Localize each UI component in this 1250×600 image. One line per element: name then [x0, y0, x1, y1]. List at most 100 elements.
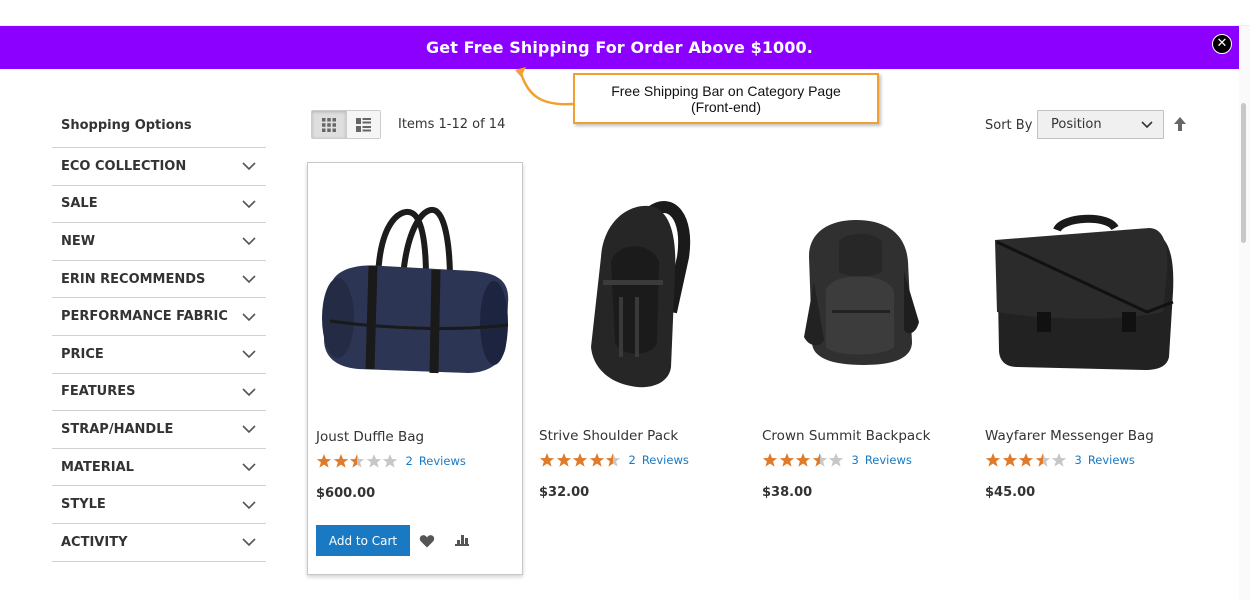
star-icon [382, 454, 398, 468]
filter-price[interactable]: PRICE [52, 336, 266, 374]
star-icon [556, 453, 571, 467]
chevron-down-icon [242, 237, 256, 246]
scrollbar-thumb[interactable] [1241, 103, 1246, 243]
filter-label: ACTIVITY [61, 534, 128, 550]
add-to-cart-button[interactable]: Add to Cart [316, 525, 410, 556]
product-price: $38.00 [762, 485, 813, 500]
filter-label: SALE [61, 196, 98, 212]
filter-style[interactable]: STYLE [52, 486, 266, 524]
chevron-down-icon [242, 200, 256, 209]
grid-view-button[interactable] [312, 111, 346, 138]
star-icon [985, 453, 1001, 467]
annotation-callout: Free Shipping Bar on Category Page (Fron… [573, 73, 879, 124]
star-icon [366, 454, 381, 468]
star-icon [1051, 453, 1067, 467]
chevron-down-icon [242, 275, 256, 284]
filter-material[interactable]: MATERIAL [52, 449, 266, 487]
star-icon [762, 453, 778, 467]
product-price: $32.00 [539, 485, 590, 500]
filter-strap-handle[interactable]: STRAP/HANDLE [52, 411, 266, 449]
rating-stars [985, 452, 1068, 468]
filter-performance-fabric[interactable]: PERFORMANCE FABRIC [52, 298, 266, 336]
filter-sale[interactable]: SALE [52, 186, 266, 224]
compare-icon[interactable] [454, 534, 470, 548]
product-name[interactable]: Crown Summit Backpack [762, 428, 930, 444]
product-name[interactable]: Wayfarer Messenger Bag [985, 428, 1154, 444]
rating-stars [762, 452, 845, 468]
chevron-down-icon [242, 313, 256, 321]
heart-icon[interactable] [419, 533, 435, 549]
filter-eco-collection[interactable]: ECO COLLECTION [52, 148, 266, 186]
product-price: $45.00 [985, 485, 1036, 500]
star-icon [349, 454, 365, 468]
view-mode-switcher [311, 110, 381, 139]
sort-by-value: Position [1051, 117, 1102, 132]
product-name[interactable]: Strive Shoulder Pack [539, 428, 678, 444]
rating-stars [539, 452, 622, 468]
top-strip [0, 0, 1250, 26]
arrow-up-icon[interactable] [1173, 116, 1187, 132]
star-icon [812, 453, 827, 467]
rating-stars [316, 453, 399, 469]
chevron-down-icon [1141, 120, 1153, 128]
star-icon [779, 453, 794, 467]
shopping-options-title: Shopping Options [61, 118, 192, 133]
product-card[interactable]: Joust Duffle Bag 2 Reviews $600.00 Add to… [307, 162, 523, 575]
reviews-link[interactable]: 3 Reviews [1075, 453, 1135, 467]
reviews-link[interactable]: 2 Reviews [406, 454, 466, 468]
chevron-down-icon [242, 501, 256, 509]
product-rating: 2 Reviews [316, 453, 466, 469]
filter-features[interactable]: FEATURES [52, 374, 266, 412]
star-icon [589, 453, 604, 467]
product-price: $600.00 [316, 486, 376, 501]
grid-icon [322, 117, 336, 132]
chevron-down-icon [242, 162, 256, 171]
items-count: Items 1-12 of 14 [398, 117, 506, 132]
star-icon [333, 454, 348, 468]
star-icon [828, 453, 844, 467]
product-image-shoulder-pack[interactable] [531, 162, 745, 417]
product-rating: 3 Reviews [985, 452, 1135, 468]
filter-label: STRAP/HANDLE [61, 421, 174, 437]
free-shipping-bar: Get Free Shipping For Order Above $1000.… [0, 26, 1239, 69]
filter-label: PRICE [61, 346, 104, 362]
annotation-line-2: (Front-end) [690, 98, 762, 115]
chevron-down-icon [242, 350, 256, 359]
product-name[interactable]: Joust Duffle Bag [316, 429, 424, 445]
star-icon [572, 453, 588, 467]
filter-label: FEATURES [61, 384, 136, 400]
chevron-down-icon [242, 388, 256, 396]
star-icon [316, 454, 332, 468]
annotation-line-1: Free Shipping Bar on Category Page [611, 82, 841, 99]
product-rating: 3 Reviews [762, 452, 912, 468]
filter-erin-recommends[interactable]: ERIN RECOMMENDS [52, 261, 266, 299]
chevron-down-icon [242, 425, 256, 434]
sort-by-select[interactable]: Position [1037, 110, 1164, 139]
star-icon [539, 453, 555, 467]
filter-label: ERIN RECOMMENDS [61, 271, 206, 287]
product-image-messenger-bag[interactable] [977, 162, 1191, 417]
product-image-backpack[interactable] [754, 162, 968, 417]
sidebar-filters: Shopping Options ECO COLLECTION SALE NEW… [52, 110, 266, 562]
filter-label: PERFORMANCE FABRIC [61, 309, 228, 325]
sort-by-label: Sort By [985, 118, 1033, 133]
product-image-duffle-bag[interactable] [308, 163, 522, 418]
filter-list: ECO COLLECTION SALE NEW ERIN RECOMMENDS … [52, 147, 266, 562]
star-icon [605, 453, 621, 467]
filter-label: ECO COLLECTION [61, 158, 187, 174]
free-shipping-text: Get Free Shipping For Order Above $1000. [426, 38, 813, 57]
filter-new[interactable]: NEW [52, 223, 266, 261]
star-icon [1035, 453, 1050, 467]
reviews-link[interactable]: 3 Reviews [852, 453, 912, 467]
product-rating: 2 Reviews [539, 452, 689, 468]
reviews-link[interactable]: 2 Reviews [629, 453, 689, 467]
annotation-arrow [515, 67, 574, 106]
filter-label: MATERIAL [61, 459, 134, 475]
list-icon [356, 117, 371, 132]
star-icon [1002, 453, 1017, 467]
close-icon[interactable]: ✕ [1212, 34, 1232, 54]
filter-activity[interactable]: ACTIVITY [52, 524, 266, 562]
list-view-button[interactable] [346, 111, 380, 138]
star-icon [795, 453, 811, 467]
filter-label: STYLE [61, 497, 106, 513]
